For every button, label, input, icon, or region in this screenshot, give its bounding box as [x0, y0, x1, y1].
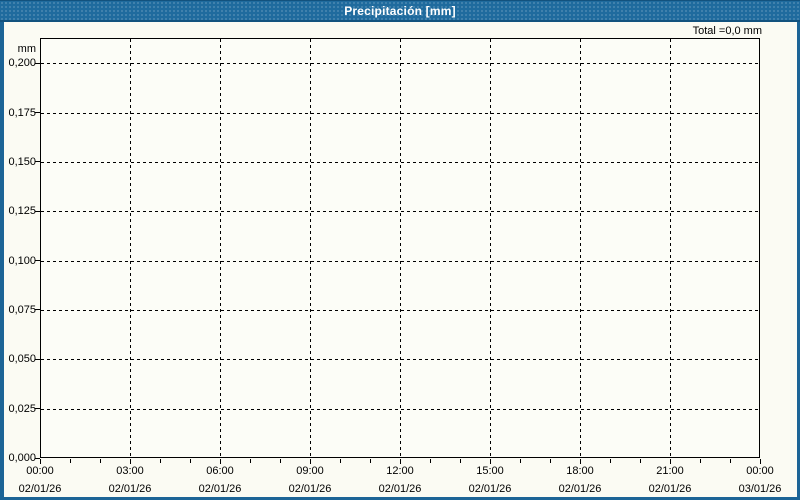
x-axis-date-label: 02/01/26	[18, 483, 62, 495]
x-axis-date-label: 02/01/26	[558, 483, 602, 495]
chart-window: Precipitación [mm] Total =0,0 mm mm 0,20…	[0, 0, 800, 500]
chart-region: Total =0,0 mm mm 0,200 0,175 0,150 0,125 0,1…	[0, 22, 800, 500]
x-axis-minor-tick-mark	[460, 459, 461, 463]
x-axis-minor-tick-mark	[250, 459, 251, 463]
y-axis-tick-label: 0,125	[8, 205, 36, 218]
x-axis-minor-tick-mark	[520, 459, 521, 463]
x-axis-minor-tick-mark	[100, 459, 101, 463]
y-axis-tick-label: 0,050	[8, 353, 36, 366]
gridline-horizontal	[41, 408, 759, 410]
gridline-vertical	[670, 39, 671, 457]
y-axis-tick-label: 0,000	[8, 452, 36, 464]
x-axis-time-label: 03:00	[116, 465, 144, 477]
y-axis-tick-label: 0,025	[8, 402, 36, 415]
x-axis-date-label: 02/01/26	[198, 483, 242, 495]
x-axis-minor-tick-mark	[280, 459, 281, 463]
y-axis-tick-label: 0,200	[8, 57, 36, 70]
x-axis-time-label: 18:00	[566, 465, 594, 477]
x-axis-minor-tick-mark	[340, 459, 341, 463]
window-title-bar: Precipitación [mm]	[0, 0, 800, 22]
x-axis-time-label: 00:00	[26, 465, 54, 477]
x-axis-time-label: 09:00	[296, 465, 324, 477]
gridline-horizontal	[41, 161, 759, 163]
x-axis-minor-tick-mark	[430, 459, 431, 463]
gridline-horizontal	[41, 260, 759, 262]
gridline-horizontal	[41, 211, 759, 213]
x-axis-minor-tick-mark	[640, 459, 641, 463]
gridline-vertical	[490, 39, 491, 457]
x-axis-date-label: 02/01/26	[378, 483, 422, 495]
gridline-vertical	[310, 39, 311, 457]
chart-title: Precipitación [mm]	[344, 3, 456, 18]
gridline-vertical	[400, 39, 401, 457]
x-axis-time-label: 21:00	[656, 465, 684, 477]
x-axis-time-label: 15:00	[476, 465, 504, 477]
x-axis-minor-tick-mark	[730, 459, 731, 463]
x-axis-date-label: 02/01/26	[468, 483, 512, 495]
gridline-horizontal	[41, 63, 759, 65]
total-annotation: Total =0,0 mm	[692, 25, 762, 37]
x-axis-time-label: 06:00	[206, 465, 234, 477]
x-axis-date-label: 03/01/26	[738, 483, 782, 495]
x-axis-date-label: 02/01/26	[288, 483, 332, 495]
x-axis-time-label: 12:00	[386, 465, 414, 477]
x-axis-minor-tick-mark	[160, 459, 161, 463]
x-axis-minor-tick-mark	[370, 459, 371, 463]
plot-area	[40, 38, 760, 458]
x-axis-date-label: 02/01/26	[108, 483, 152, 495]
y-axis-unit-label: mm	[17, 43, 36, 56]
x-axis-minor-tick-mark	[700, 459, 701, 463]
gridline-horizontal	[41, 112, 759, 114]
x-axis-minor-tick-mark	[190, 459, 191, 463]
x-axis-date-label: 02/01/26	[648, 483, 692, 495]
gridline-horizontal	[41, 359, 759, 361]
gridline-horizontal	[41, 309, 759, 311]
y-axis-tick-label: 0,175	[8, 106, 36, 119]
x-axis-time-label: 00:00	[746, 465, 774, 477]
x-axis-minor-tick-mark	[550, 459, 551, 463]
x-axis-minor-tick-mark	[70, 459, 71, 463]
gridline-vertical	[580, 39, 581, 457]
gridline-vertical	[220, 39, 221, 457]
window-frame-left	[0, 22, 4, 500]
gridline-vertical	[130, 39, 131, 457]
y-axis-tick-label: 0,150	[8, 155, 36, 168]
y-axis-tick-label: 0,100	[8, 254, 36, 267]
y-axis-tick-label: 0,075	[8, 303, 36, 316]
x-axis-minor-tick-mark	[610, 459, 611, 463]
